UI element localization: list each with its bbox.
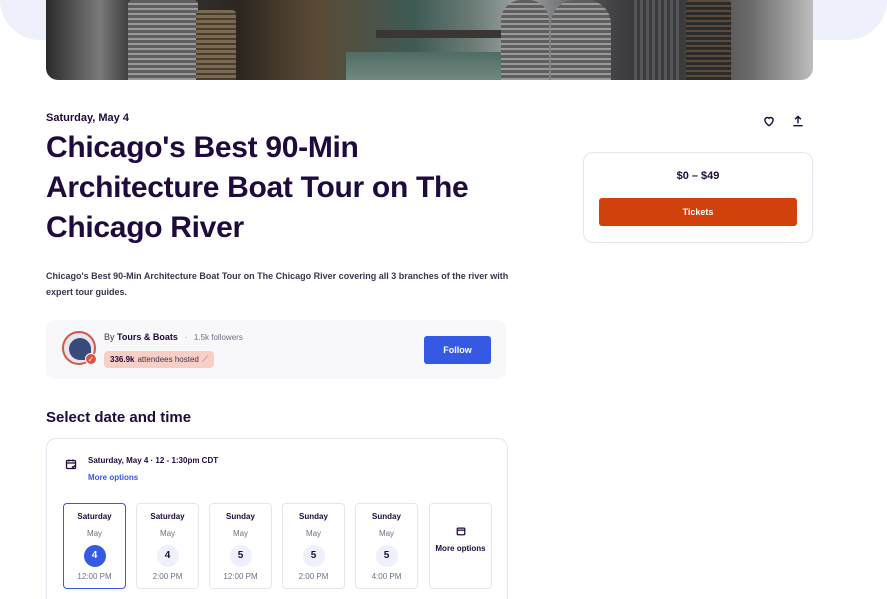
slot-day: Sunday xyxy=(299,512,328,521)
more-options-tile[interactable]: More options xyxy=(429,503,492,589)
tickets-button[interactable]: Tickets xyxy=(599,198,797,226)
slot-date: 5 xyxy=(302,545,325,567)
slot-day: Sunday xyxy=(226,512,255,521)
slot-month: May xyxy=(159,529,176,538)
share-button[interactable] xyxy=(791,114,807,130)
slot-time: 2:00 PM xyxy=(152,572,183,581)
event-hero-image xyxy=(46,0,813,80)
slot-month: May xyxy=(378,529,395,538)
date-slot[interactable]: Saturday May 4 12:00 PM xyxy=(63,503,126,589)
slot-month: May xyxy=(86,529,103,538)
slot-date: 4 xyxy=(83,545,106,567)
organizer-card: ✓ By Tours & Boats · 1.5k followers 336.… xyxy=(46,320,506,379)
slot-date: 4 xyxy=(156,545,179,567)
slot-time: 12:00 PM xyxy=(77,572,112,581)
slot-day: Saturday xyxy=(150,512,185,521)
share-icon xyxy=(793,115,803,127)
date-time-section-title: Select date and time xyxy=(46,409,192,426)
selected-date-time: Saturday, May 4 · 12 - 1:30pm CDT xyxy=(88,456,219,465)
attendees-hosted-badge: 336.9k attendees hosted ⟋ xyxy=(104,351,215,368)
date-time-card: Saturday, May 4 · 12 - 1:30pm CDT More o… xyxy=(46,438,508,599)
slot-time: 2:00 PM xyxy=(298,572,329,581)
calendar-check-icon xyxy=(65,459,77,470)
date-slot[interactable]: Sunday May 5 4:00 PM xyxy=(355,503,418,589)
trend-up-icon: ⟋ xyxy=(201,354,209,364)
more-options-link[interactable]: More options xyxy=(88,473,138,482)
by-label: By xyxy=(104,332,115,342)
tickets-card: $0 – $49 Tickets xyxy=(583,152,813,243)
like-button[interactable] xyxy=(762,114,778,130)
slot-month: May xyxy=(305,529,322,538)
event-date-label: Saturday, May 4 xyxy=(46,112,129,124)
calendar-icon xyxy=(456,527,465,536)
attendees-count: 336.9k xyxy=(110,355,135,364)
slot-day: Sunday xyxy=(372,512,401,521)
slot-date: 5 xyxy=(375,545,398,567)
date-slot[interactable]: Sunday May 5 12:00 PM xyxy=(209,503,272,589)
date-slot[interactable]: Saturday May 4 2:00 PM xyxy=(136,503,199,589)
slot-month: May xyxy=(232,529,249,538)
heart-icon xyxy=(764,116,774,127)
slot-time: 4:00 PM xyxy=(371,572,402,581)
event-summary: Chicago's Best 90-Min Architecture Boat … xyxy=(46,271,509,297)
slot-time: 12:00 PM xyxy=(223,572,258,581)
organizer-byline: By Tours & Boats · 1.5k followers xyxy=(104,332,243,342)
followers-count: 1.5k followers xyxy=(193,333,243,342)
date-slot[interactable]: Sunday May 5 2:00 PM xyxy=(282,503,345,589)
slot-day: Saturday xyxy=(77,512,112,521)
organizer-name-link[interactable]: Tours & Boats xyxy=(117,332,178,342)
price-range: $0 – $49 xyxy=(676,170,720,182)
follow-button[interactable]: Follow xyxy=(424,336,491,364)
event-title: Chicago's Best 90-Min Architecture Boat … xyxy=(46,131,469,244)
more-options-tile-label: More options xyxy=(435,544,486,553)
byline-separator: · xyxy=(184,332,188,342)
attendees-label: attendees hosted xyxy=(137,355,199,364)
verified-check-icon: ✓ xyxy=(85,353,97,365)
slot-date: 5 xyxy=(229,545,252,567)
